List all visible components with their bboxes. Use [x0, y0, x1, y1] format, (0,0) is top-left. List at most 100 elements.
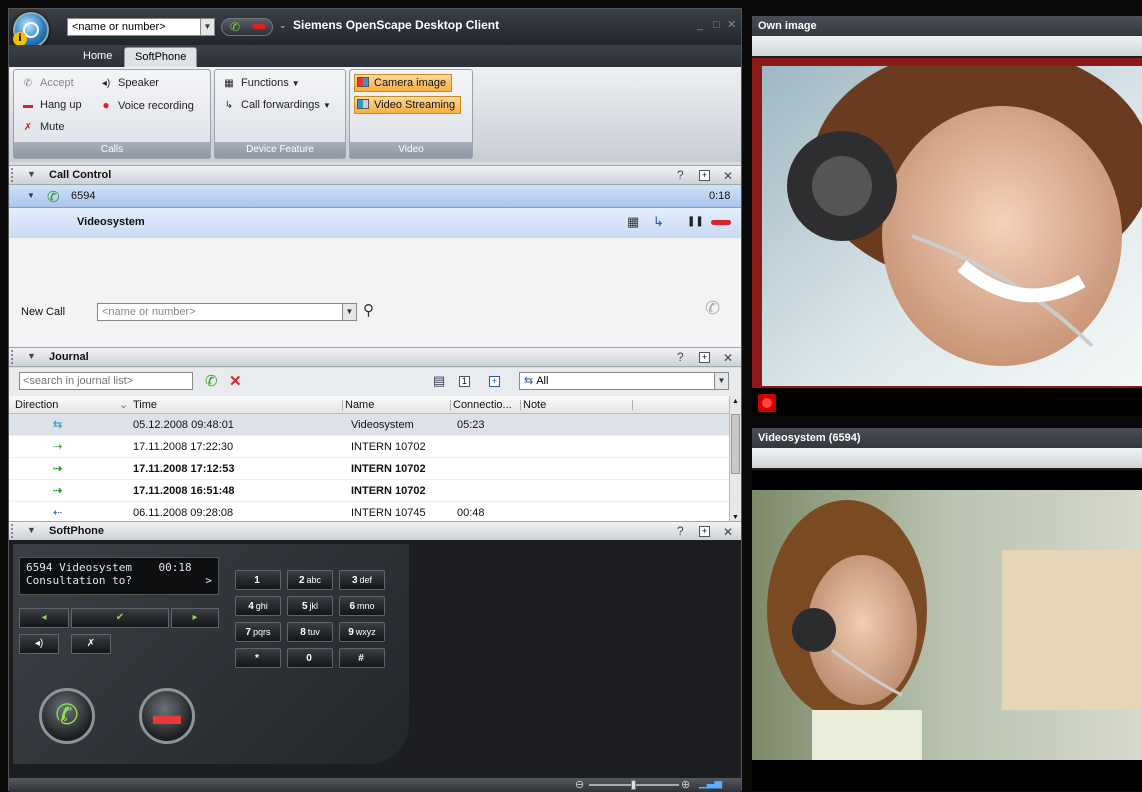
- col-time[interactable]: Time: [133, 396, 157, 414]
- keypad-key[interactable]: 4 ghi: [235, 596, 281, 616]
- key-digit: 2: [298, 575, 305, 586]
- maximize-button[interactable]: □: [713, 19, 720, 31]
- row-name: INTERN 10702: [351, 463, 426, 475]
- collapse-icon[interactable]: ▼: [27, 525, 36, 535]
- dial-input[interactable]: <name or number>: [72, 21, 166, 33]
- tab-home[interactable]: Home: [73, 47, 122, 67]
- keypad-key[interactable]: 6 mno: [339, 596, 385, 616]
- keypad-key[interactable]: 1: [235, 570, 281, 590]
- dock-icon[interactable]: +: [699, 170, 710, 181]
- col-divider: |: [449, 399, 452, 411]
- tab-softphone[interactable]: SoftPhone: [124, 47, 198, 67]
- add-view-icon[interactable]: +: [489, 376, 500, 387]
- speaker-button[interactable]: ◂) Speaker: [98, 74, 159, 92]
- call-forwardings-label: Call forwardings: [241, 99, 320, 111]
- keypad-key[interactable]: 0: [287, 648, 333, 668]
- col-name[interactable]: Name: [345, 396, 374, 414]
- help-icon[interactable]: ?: [677, 350, 684, 364]
- col-divider: |: [341, 399, 344, 411]
- hangup-phone-icon[interactable]: [252, 24, 266, 29]
- search-icon[interactable]: ⚲: [363, 301, 374, 319]
- key-letters: tuv: [307, 627, 320, 637]
- list-view-icon[interactable]: ▤: [433, 373, 445, 389]
- key-letters: pqrs: [253, 627, 271, 637]
- video-streaming-button[interactable]: Video Streaming: [354, 96, 462, 114]
- detail-view-icon[interactable]: 1: [459, 376, 470, 387]
- app-orb-button[interactable]: i: [13, 12, 49, 48]
- keypad-key[interactable]: *: [235, 648, 281, 668]
- keypad-key[interactable]: 2 abc: [287, 570, 333, 590]
- filter-dropdown-icon[interactable]: ▼: [714, 373, 728, 389]
- table-row[interactable]: ⇆ 05.12.2008 09:48:01 Videosystem 05:23: [9, 414, 729, 436]
- keypad-key[interactable]: 9 wxyz: [339, 622, 385, 642]
- dock-icon[interactable]: +: [699, 352, 710, 363]
- keypad-key[interactable]: 7 pqrs: [235, 622, 281, 642]
- drag-grip-icon[interactable]: [11, 168, 15, 182]
- scroll-down-icon[interactable]: ▼: [732, 514, 739, 521]
- dialpad-icon[interactable]: ▦: [627, 214, 639, 230]
- keypad-key[interactable]: #: [339, 648, 385, 668]
- mute-button[interactable]: ✗ Mute: [20, 118, 65, 136]
- camera-image-button[interactable]: Camera image: [354, 74, 453, 92]
- key-digit: 0: [306, 653, 312, 664]
- call-party-name: Videosystem: [77, 216, 145, 228]
- dial-combo[interactable]: <name or number> ▼: [67, 18, 215, 36]
- col-note[interactable]: Note: [523, 396, 546, 414]
- hangup-button[interactable]: ▬ Hang up: [20, 96, 82, 114]
- drag-grip-icon[interactable]: [11, 524, 15, 538]
- close-section-icon[interactable]: ✕: [723, 525, 733, 539]
- call-back-icon[interactable]: ✆: [205, 372, 218, 390]
- collapse-icon[interactable]: ▼: [27, 169, 36, 179]
- speaker-key[interactable]: ◂): [19, 634, 59, 654]
- zoom-in-icon[interactable]: ⊕: [681, 778, 690, 791]
- minimize-button[interactable]: _: [697, 19, 703, 31]
- answer-call-button[interactable]: ✆: [39, 688, 95, 744]
- dock-icon[interactable]: +: [699, 526, 710, 537]
- keypad-key[interactable]: 5 jkl: [287, 596, 333, 616]
- accept-button[interactable]: ✆ Accept: [20, 74, 74, 92]
- keypad-key[interactable]: 8 tuv: [287, 622, 333, 642]
- functions-button[interactable]: ▦ Functions ▼: [221, 74, 299, 92]
- table-row[interactable]: ⇢ 17.11.2008 17:12:53 INTERN 10702: [9, 458, 729, 480]
- end-call-button[interactable]: ▬: [139, 688, 195, 744]
- expand-icon[interactable]: ▼: [27, 191, 35, 200]
- scrollbar-thumb[interactable]: [731, 414, 740, 474]
- mute-key[interactable]: ✗: [71, 634, 111, 654]
- collapse-icon[interactable]: ▼: [27, 351, 36, 361]
- close-section-icon[interactable]: ✕: [723, 169, 733, 183]
- voice-recording-button[interactable]: ● Voice recording: [98, 96, 193, 114]
- end-call-icon[interactable]: [711, 220, 731, 225]
- col-connection[interactable]: Connectio...: [453, 396, 512, 414]
- nav-left-button[interactable]: ◂: [19, 608, 69, 628]
- chevron-down-icon[interactable]: ▼: [200, 19, 214, 35]
- quick-access-chevron-icon[interactable]: ⌄: [279, 20, 287, 31]
- new-call-dropdown-icon[interactable]: ▼: [342, 304, 356, 320]
- keypad-key[interactable]: 3 def: [339, 570, 385, 590]
- transfer-icon[interactable]: ↳: [653, 214, 664, 230]
- help-icon[interactable]: ?: [677, 168, 684, 182]
- close-section-icon[interactable]: ✕: [723, 351, 733, 365]
- zoom-handle[interactable]: [631, 780, 636, 790]
- call-forwardings-button[interactable]: ↳ Call forwardings ▼: [221, 96, 331, 114]
- table-row[interactable]: ⇢ 17.11.2008 16:51:48 INTERN 10702: [9, 480, 729, 502]
- zoom-out-icon[interactable]: ⊖: [575, 778, 584, 791]
- table-row[interactable]: ⇢ 17.11.2008 17:22:30 INTERN 10702: [9, 436, 729, 458]
- journal-filter-select[interactable]: ⇆ All ▼: [519, 372, 729, 390]
- journal-scrollbar[interactable]: ▲ ▼: [729, 396, 741, 527]
- help-icon[interactable]: ?: [677, 524, 684, 538]
- scroll-up-icon[interactable]: ▲: [732, 398, 739, 405]
- nav-ok-button[interactable]: ✔: [71, 608, 169, 628]
- row-connection: 05:23: [457, 419, 485, 431]
- dial-phone-icon[interactable]: ✆: [230, 20, 240, 34]
- delete-icon[interactable]: ✕: [229, 372, 242, 390]
- nav-right-button[interactable]: ▸: [171, 608, 219, 628]
- display-arrow[interactable]: >: [205, 574, 212, 587]
- dial-handset-icon[interactable]: ✆: [705, 298, 720, 319]
- active-call-row[interactable]: ▼ ✆ 6594 0:18: [9, 186, 741, 208]
- col-direction[interactable]: Direction: [15, 396, 58, 414]
- close-button[interactable]: ✕: [727, 18, 736, 31]
- new-call-input[interactable]: <name or number> ▼: [97, 303, 357, 321]
- journal-search-input[interactable]: [19, 372, 193, 390]
- drag-grip-icon[interactable]: [11, 350, 15, 364]
- hold-icon[interactable]: ❚❚: [687, 216, 704, 227]
